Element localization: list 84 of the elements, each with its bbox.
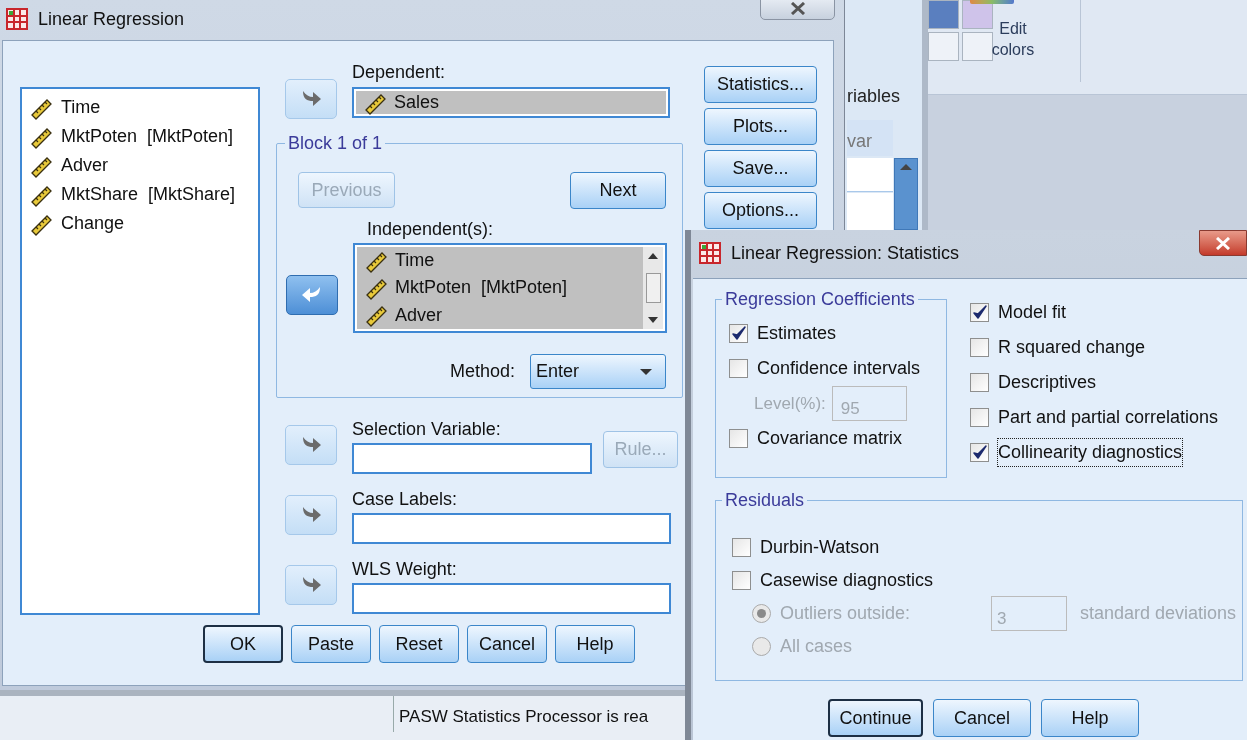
dialog-button[interactable]: Options... — [704, 192, 817, 229]
column-header: var — [847, 120, 893, 156]
checkbox-label: Confidence intervals — [757, 357, 921, 380]
grid-icon — [6, 8, 28, 30]
field-label: Case Labels: — [352, 489, 459, 509]
move-button[interactable] — [286, 275, 338, 315]
dialog-button[interactable]: Paste — [291, 625, 371, 663]
window-title: Linear Regression — [38, 7, 185, 31]
field-label: Method: — [449, 360, 515, 383]
dialog-button[interactable]: Cancel — [467, 625, 547, 663]
list-item[interactable]: Time — [365, 247, 643, 275]
field-label: Selection Variable: — [352, 419, 502, 439]
checkbox-label: Descriptives — [998, 371, 1097, 394]
field-value: Sales — [394, 91, 440, 114]
move-button[interactable] — [285, 495, 337, 535]
caret-icon — [640, 368, 652, 375]
dialog-button[interactable]: Cancel — [933, 699, 1031, 737]
checkbox[interactable] — [970, 408, 989, 427]
radio-label: All cases — [780, 635, 854, 658]
list-item[interactable]: MktShare [MktShare] — [30, 180, 258, 209]
group-label: Regression Coefficients — [722, 289, 918, 309]
dialog-button[interactable]: OK — [203, 625, 283, 663]
field-label: Level(%): — [754, 392, 826, 415]
move-button[interactable] — [285, 565, 337, 605]
checkbox-label: Casewise diagnostics — [760, 569, 934, 592]
checkbox-label: Model fit — [998, 301, 1067, 324]
scrollbar[interactable] — [643, 247, 663, 329]
checkbox[interactable] — [729, 324, 748, 343]
dialog-button[interactable]: Reset — [379, 625, 459, 663]
color-swatch[interactable] — [928, 32, 959, 61]
move-button[interactable] — [285, 425, 337, 465]
checkbox[interactable] — [970, 443, 989, 462]
list-item[interactable]: MktPoten [MktPoten] — [365, 274, 643, 302]
input-field[interactable] — [352, 513, 671, 544]
next-button[interactable]: Next — [570, 172, 666, 209]
table-cell — [847, 193, 893, 230]
input-field[interactable] — [352, 443, 592, 474]
radio-label: Outliers outside: — [780, 602, 912, 625]
checkbox-label: Covariance matrix — [757, 427, 903, 450]
checkbox-label: R squared change — [998, 336, 1146, 359]
dialog-button[interactable]: Help — [1041, 699, 1139, 737]
checkbox[interactable] — [732, 571, 751, 590]
method-dropdown[interactable]: Enter — [530, 354, 666, 389]
checkbox-label: Durbin-Watson — [760, 536, 880, 559]
close-button[interactable] — [760, 0, 835, 20]
list-item[interactable]: Time — [30, 93, 258, 122]
dependent-field[interactable]: Sales — [352, 87, 670, 118]
close-icon — [789, 1, 806, 15]
status-text: PASW Statistics Processor is rea — [399, 706, 649, 728]
list-item[interactable]: Adver — [365, 301, 643, 329]
scrollbar[interactable] — [894, 158, 918, 230]
dialog-button[interactable]: Help — [555, 625, 635, 663]
list-item[interactable]: MktPoten [MktPoten] — [30, 122, 258, 151]
dialog-button[interactable]: Statistics... — [704, 66, 817, 103]
dialog-button[interactable]: Continue — [828, 699, 923, 737]
field-label: WLS Weight: — [352, 559, 458, 579]
table-cell — [847, 158, 893, 192]
color-swatch[interactable] — [962, 0, 993, 29]
input-field[interactable] — [352, 583, 671, 614]
checkbox[interactable] — [970, 373, 989, 392]
dialog-button[interactable]: Save... — [704, 150, 817, 187]
checkbox-label: Collinearity diagnostics — [998, 439, 1183, 466]
field-label: standard deviations — [1080, 602, 1237, 625]
dialog-button[interactable]: Plots... — [704, 108, 817, 145]
ribbon-label[interactable]: Edit colors — [983, 18, 1043, 60]
window-title: Linear Regression: Statistics — [731, 241, 960, 265]
checkbox-label: Part and partial correlations — [998, 406, 1219, 429]
checkbox-label: Estimates — [757, 322, 837, 345]
color-swatch[interactable] — [962, 32, 993, 61]
list-item[interactable]: Change — [30, 209, 258, 238]
checkbox[interactable] — [729, 359, 748, 378]
close-icon — [1215, 236, 1231, 250]
close-button[interactable] — [1199, 230, 1247, 256]
checkbox[interactable] — [970, 303, 989, 322]
checkbox[interactable] — [729, 429, 748, 448]
checkbox[interactable] — [732, 538, 751, 557]
checkbox[interactable] — [970, 338, 989, 357]
grid-icon — [699, 242, 721, 264]
list-item[interactable]: Adver — [30, 151, 258, 180]
field-label: Independent(s): — [367, 218, 495, 240]
field-label: Dependent: — [352, 62, 447, 82]
color-swatch[interactable] — [928, 0, 959, 29]
panel-tab[interactable]: riables — [847, 83, 901, 110]
move-button[interactable] — [285, 79, 337, 119]
